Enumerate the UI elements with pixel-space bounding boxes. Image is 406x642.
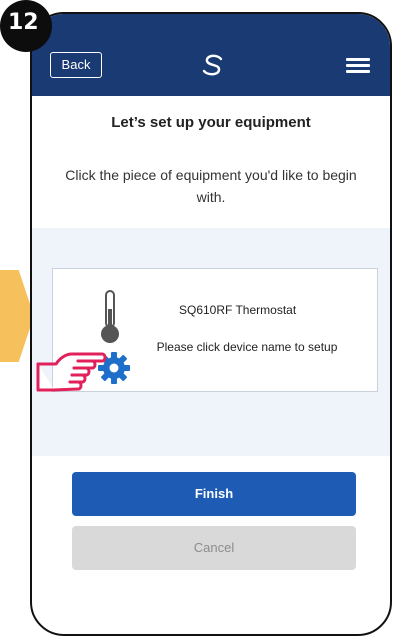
phone-frame: Back Let’s set up your equipment Click t… <box>30 12 392 636</box>
back-button[interactable]: Back <box>50 52 102 78</box>
side-arrow-decoration <box>0 270 34 362</box>
page-title: Let’s set up your equipment <box>111 114 311 131</box>
cancel-button[interactable]: Cancel <box>72 526 356 570</box>
finish-button[interactable]: Finish <box>72 472 356 516</box>
hamburger-menu-icon[interactable] <box>346 58 370 74</box>
pointing-hand-icon <box>36 352 107 392</box>
app-header: Back <box>32 14 390 96</box>
device-name-link[interactable]: SQ610RF Thermostat <box>179 303 296 317</box>
equipment-panel: SQ610RF Thermostat Please click device n… <box>32 228 390 456</box>
device-setup-hint: Please click device name to setup <box>156 340 338 354</box>
salus-logo-icon <box>202 54 223 76</box>
intro-text: Click the piece of equipment you'd like … <box>65 167 357 205</box>
thermometer-icon <box>101 290 119 343</box>
step-number: 12 <box>8 10 39 35</box>
step-number-badge: 12 <box>0 0 52 52</box>
